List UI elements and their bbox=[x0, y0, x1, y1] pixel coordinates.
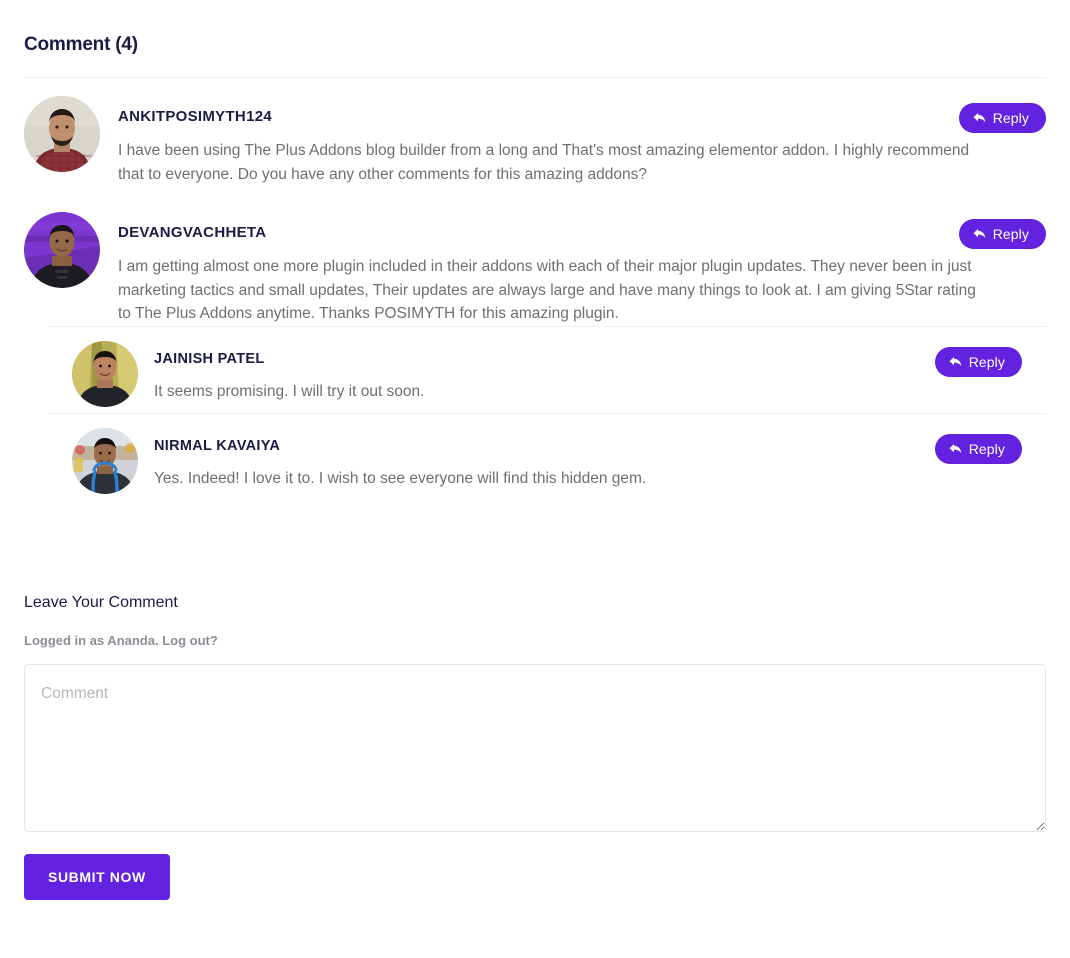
reply-button[interactable]: Reply bbox=[934, 346, 1022, 377]
logout-link[interactable]: Log out? bbox=[162, 633, 218, 648]
comment-author: JAINISH PATEL bbox=[154, 350, 265, 367]
comment-author: ANKITPOSIMYTH124 bbox=[118, 108, 272, 125]
reply-arrow-icon bbox=[949, 356, 962, 368]
reply-button-label: Reply bbox=[992, 226, 1029, 242]
avatar-jainish-patel bbox=[72, 340, 138, 407]
avatar-ankitposimyth124 bbox=[24, 96, 100, 172]
comment-input[interactable] bbox=[24, 663, 1046, 832]
comment-text: Yes. Indeed! I love it to. I wish to see… bbox=[154, 469, 647, 487]
comment-item: NIRMAL KAVAIYA Yes. Indeed! I love it to… bbox=[48, 412, 1046, 500]
avatar-nirmal-kavaiya bbox=[72, 427, 138, 494]
comment-item: DEVANGVACHHETA I am getting almost one m… bbox=[0, 194, 1070, 508]
reply-button[interactable]: Reply bbox=[934, 433, 1022, 464]
logged-in-text: Logged in as Ananda. bbox=[24, 632, 159, 648]
comment-item: ANKITPOSIMYTH124 I have been using The P… bbox=[0, 78, 1070, 194]
submit-button[interactable]: SUBMIT NOW bbox=[24, 853, 170, 900]
leave-comment-form: Leave Your Comment Logged in as Ananda. … bbox=[0, 592, 1070, 900]
comment-text: I have been using The Plus Addons blog b… bbox=[118, 142, 970, 183]
reply-arrow-icon bbox=[949, 443, 962, 455]
reply-arrow-icon bbox=[973, 112, 986, 124]
comment-body: NIRMAL KAVAIYA Yes. Indeed! I love it to… bbox=[154, 428, 1022, 491]
comment-text: I am getting almost one more plugin incl… bbox=[118, 258, 976, 322]
comment-author: NIRMAL KAVAIYA bbox=[154, 437, 281, 454]
logged-in-status: Logged in as Ananda. Log out? bbox=[24, 632, 1046, 650]
leave-comment-title: Leave Your Comment bbox=[24, 593, 178, 611]
reply-button[interactable]: Reply bbox=[958, 219, 1046, 249]
page-title: Comment (4) bbox=[24, 34, 138, 55]
comment-body: DEVANGVACHHETA I am getting almost one m… bbox=[118, 212, 1046, 326]
comment-replies-list: JAINISH PATEL It seems promising. I will… bbox=[24, 325, 1046, 500]
reply-arrow-icon bbox=[973, 228, 986, 240]
comments-section: Comment (4) ANKITPOSIMYTH124 I have been… bbox=[0, 19, 1070, 958]
avatar-devangvachheta bbox=[24, 212, 100, 288]
reply-button[interactable]: Reply bbox=[958, 103, 1046, 133]
comment-text: It seems promising. I will try it out so… bbox=[154, 382, 425, 400]
comment-item: JAINISH PATEL It seems promising. I will… bbox=[48, 325, 1046, 413]
reply-button-label: Reply bbox=[992, 110, 1029, 126]
reply-button-label: Reply bbox=[968, 440, 1005, 457]
comment-list: ANKITPOSIMYTH124 I have been using The P… bbox=[0, 78, 1070, 508]
reply-button-label: Reply bbox=[968, 353, 1005, 370]
comment-body: JAINISH PATEL It seems promising. I will… bbox=[154, 341, 1022, 404]
comment-body: ANKITPOSIMYTH124 I have been using The P… bbox=[118, 96, 1046, 186]
comment-author: DEVANGVACHHETA bbox=[118, 224, 267, 241]
